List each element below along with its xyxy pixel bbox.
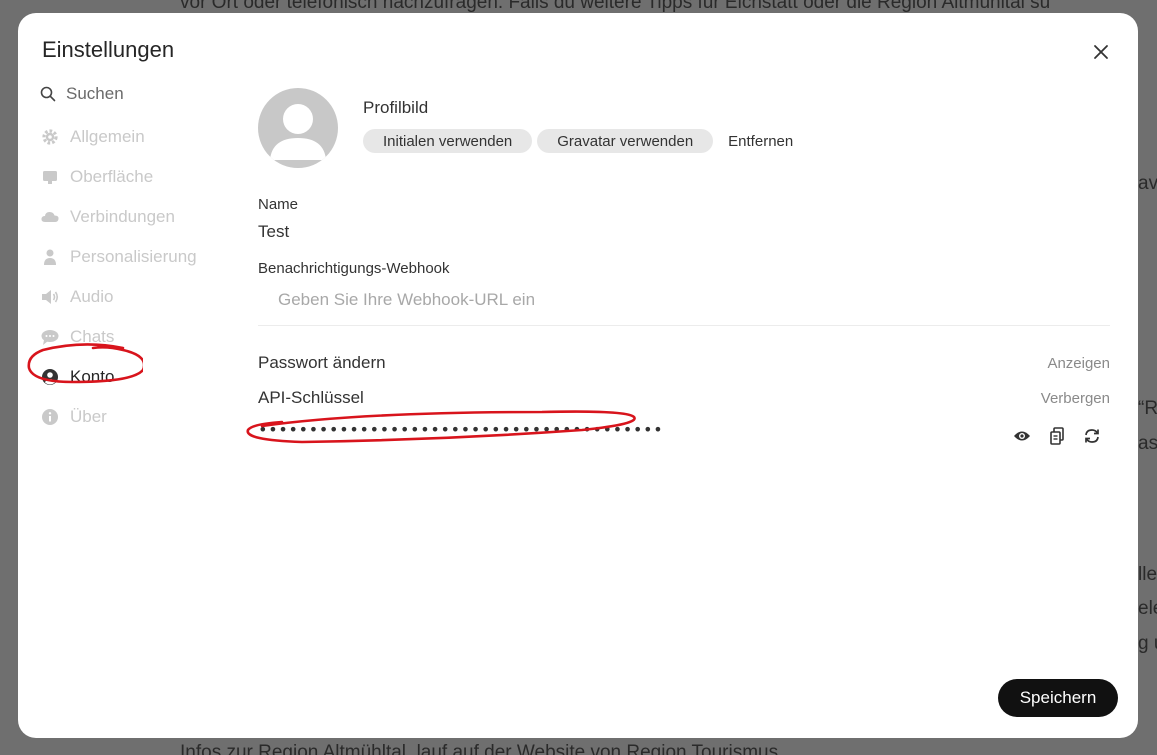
sidebar-item-label: Über (70, 407, 107, 426)
settings-sidebar: Allgemein Oberfläche Verbindungen Person… (40, 81, 230, 437)
divider (258, 325, 1110, 326)
use-initials-button[interactable]: Initialen verwenden (363, 129, 533, 153)
name-value[interactable]: Test (258, 222, 289, 242)
save-button[interactable]: Speichern (998, 679, 1118, 717)
sidebar-item-label: Chats (70, 327, 115, 346)
background-text-bottom: Infos zur Region Altmühltal, lauf auf de… (180, 742, 779, 755)
profile-picture-label: Profilbild (363, 98, 429, 117)
change-password-label: Passwort ändern (258, 353, 386, 372)
background-fragment: lle (1138, 564, 1157, 585)
sidebar-item-ueber[interactable]: Über (40, 397, 230, 437)
sidebar-item-oberflaeche[interactable]: Oberfläche (40, 157, 230, 197)
cloud-icon (40, 207, 60, 227)
sidebar-item-label: Allgemein (70, 127, 145, 146)
user-circle-icon (40, 367, 60, 387)
sidebar-item-chats[interactable]: Chats (40, 317, 230, 357)
api-key-value: •••••••••••••••••••••••••••••••••••••••• (258, 420, 664, 439)
use-gravatar-button[interactable]: Gravatar verwenden (537, 129, 714, 153)
sidebar-item-personalisierung[interactable]: Personalisierung (40, 237, 230, 277)
sidebar-item-label: Personalisierung (70, 247, 197, 266)
webhook-label: Benachrichtigungs-Webhook (258, 260, 450, 277)
background-text-top: vor Ort oder telefonisch nachzufragen. F… (180, 0, 1051, 13)
name-label: Name (258, 196, 299, 213)
close-button[interactable] (1090, 41, 1112, 63)
hide-api-key-button[interactable]: Verbergen (1041, 390, 1110, 407)
sidebar-item-allgemein[interactable]: Allgemein (40, 117, 230, 157)
sidebar-item-audio[interactable]: Audio (40, 277, 230, 317)
speaker-icon (40, 287, 60, 307)
close-icon (1094, 45, 1108, 59)
sidebar-item-label: Verbindungen (70, 207, 175, 226)
info-icon (40, 407, 60, 427)
sidebar-item-label: Oberfläche (70, 167, 154, 186)
sidebar-item-konto[interactable]: Konto (40, 357, 230, 397)
settings-modal: Einstellungen Allgemein Oberfläche (18, 13, 1138, 738)
sidebar-item-verbindungen[interactable]: Verbindungen (40, 197, 230, 237)
show-password-button[interactable]: Anzeigen (1047, 355, 1110, 372)
sidebar-item-label: Audio (70, 287, 114, 306)
default-avatar-icon (270, 104, 326, 160)
background-fragment: “R (1138, 398, 1157, 419)
background-fragment: as (1138, 433, 1157, 454)
search-icon (40, 86, 56, 102)
copy-icon[interactable] (1047, 426, 1067, 446)
regenerate-icon[interactable] (1082, 426, 1102, 446)
sidebar-search (40, 81, 230, 107)
background-fragment: ele (1138, 598, 1157, 619)
api-key-label: API-Schlüssel (258, 388, 364, 407)
background-fragment: av (1138, 173, 1157, 194)
webhook-url-input[interactable] (258, 283, 1110, 317)
sidebar-item-label: Konto (70, 367, 115, 386)
gear-icon (40, 127, 60, 147)
profile-picture-actions: Initialen verwenden Gravatar verwenden E… (363, 129, 793, 153)
monitor-icon (40, 167, 60, 187)
chat-icon (40, 327, 60, 347)
background-fragment: g u (1138, 633, 1157, 654)
person-icon (40, 247, 60, 267)
avatar (258, 88, 338, 168)
remove-avatar-button[interactable]: Entfernen (728, 133, 793, 150)
modal-title: Einstellungen (42, 37, 175, 62)
search-input[interactable] (66, 84, 206, 104)
eye-icon[interactable] (1012, 426, 1032, 446)
api-key-actions (997, 426, 1102, 446)
